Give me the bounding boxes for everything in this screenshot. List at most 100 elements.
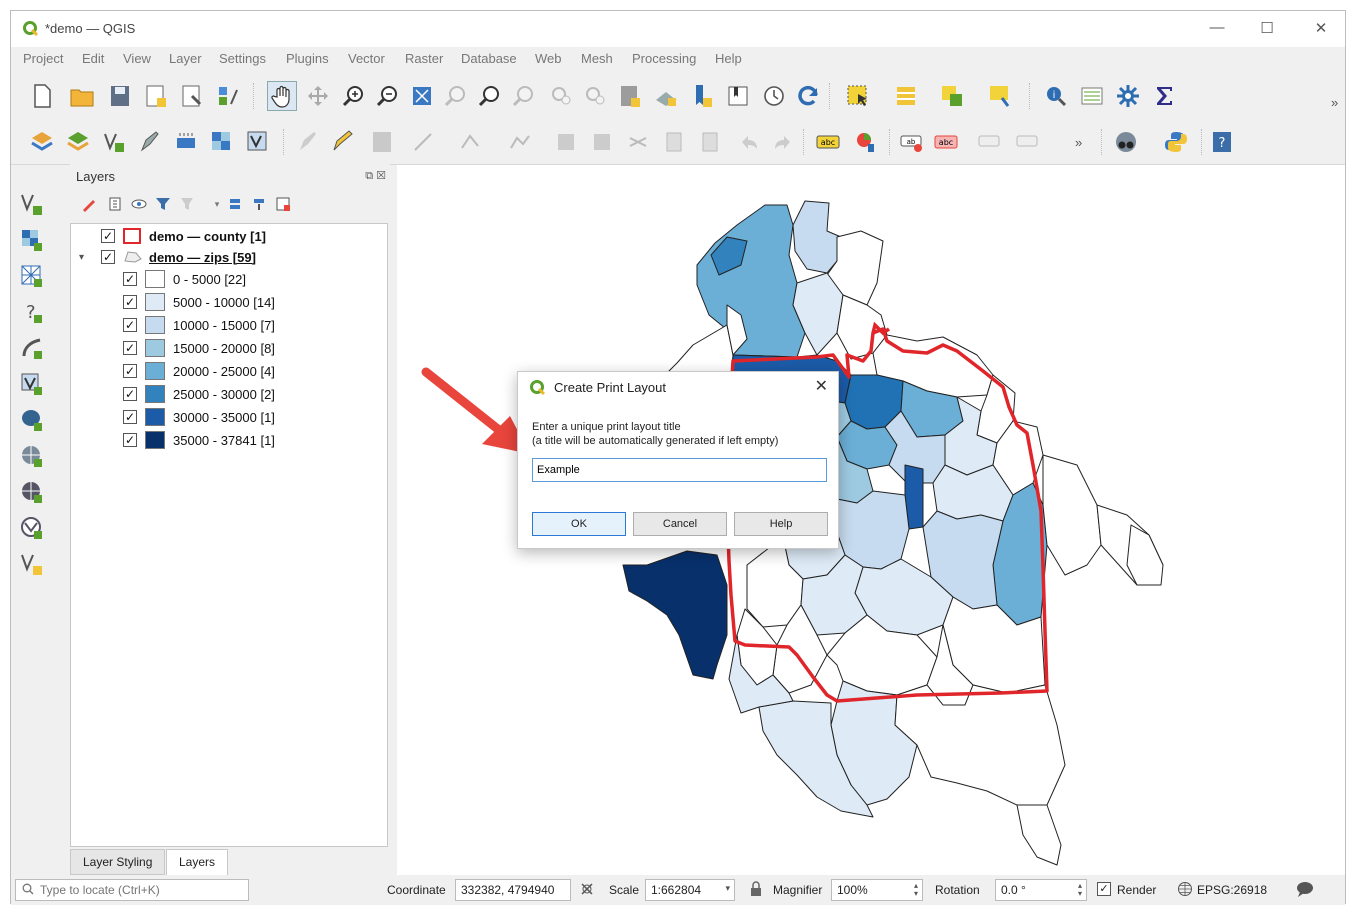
add-wms-icon[interactable] [17, 441, 47, 471]
close-panel-button[interactable]: ☒ [376, 170, 386, 182]
add-spatialite-icon[interactable] [17, 333, 47, 363]
add-virtual-layer-icon[interactable] [243, 127, 273, 157]
new-project-icon[interactable] [27, 81, 57, 111]
toolbar-overflow-chevron[interactable]: » [1331, 95, 1338, 110]
open-project-icon[interactable] [67, 81, 97, 111]
layer-row-zips[interactable]: ▾ ✓ demo — zips [59] [79, 246, 256, 268]
data-source-manager-icon[interactable] [27, 127, 57, 157]
layer-visibility-checkbox[interactable]: ✓ [101, 250, 115, 264]
settings-gear-icon[interactable] [1113, 81, 1143, 111]
crs-label[interactable]: EPSG:26918 [1197, 883, 1267, 897]
class-checkbox[interactable]: ✓ [123, 318, 137, 332]
add-layer-icon[interactable] [63, 127, 93, 157]
add-mesh-layer-icon[interactable] [17, 261, 47, 291]
paste-features-icon[interactable] [659, 127, 689, 157]
save-edits-icon[interactable] [367, 127, 397, 157]
layer-visibility-checkbox[interactable]: ✓ [101, 229, 115, 243]
magnifier-spinbox[interactable]: 100% ▴ ▾ [831, 879, 923, 901]
crs-globe-icon[interactable] [1177, 881, 1193, 900]
legend-class-row[interactable]: ✓ 35000 - 37841 [1] [123, 429, 275, 451]
menu-vector[interactable]: Vector [348, 51, 385, 66]
zoom-to-selection-icon[interactable] [441, 81, 471, 111]
layout-title-input[interactable] [532, 458, 827, 482]
help-contents-icon[interactable]: ? [1207, 127, 1237, 157]
copy-features-icon[interactable] [623, 127, 653, 157]
new-shapefile-icon[interactable] [99, 127, 129, 157]
zoom-out-icon[interactable] [373, 81, 403, 111]
gps-icon[interactable] [171, 127, 201, 157]
layer-row-county[interactable]: ✓ demo — county [1] [101, 225, 266, 247]
toggle-editing-icon[interactable] [293, 127, 323, 157]
deselect-icon[interactable] [937, 81, 967, 111]
menu-web[interactable]: Web [535, 51, 562, 66]
filter-by-expression-icon[interactable] [176, 193, 198, 215]
menu-raster[interactable]: Raster [405, 51, 443, 66]
pan-to-selection-icon[interactable] [303, 81, 333, 111]
style-manager-icon[interactable] [213, 81, 243, 111]
class-checkbox[interactable]: ✓ [123, 341, 137, 355]
toggle-extents-icon[interactable] [579, 881, 595, 900]
menu-mesh[interactable]: Mesh [581, 51, 613, 66]
delete-selected-icon[interactable] [551, 127, 581, 157]
rotation-spinbox[interactable]: 0.0 ° ▴ ▾ [995, 879, 1087, 901]
vertex-tool-icon[interactable] [455, 127, 485, 157]
tab-layers[interactable]: Layers [166, 849, 229, 875]
style-layer-icon[interactable] [78, 193, 100, 215]
expand-chevron-icon[interactable]: ▾ [79, 252, 101, 263]
legend-class-row[interactable]: ✓ 30000 - 35000 [1] [123, 406, 275, 428]
modify-attributes-icon[interactable] [505, 127, 535, 157]
add-wcs-icon[interactable] [17, 513, 47, 543]
maximize-button[interactable]: ☐ [1257, 19, 1277, 37]
edit-pencil-icon[interactable] [327, 127, 357, 157]
statistics-sigma-icon[interactable] [1149, 81, 1179, 111]
menu-settings[interactable]: Settings [219, 51, 266, 66]
zoom-last-icon[interactable] [545, 81, 575, 111]
locator-input[interactable] [40, 883, 240, 897]
legend-class-row[interactable]: ✓ 5000 - 10000 [14] [123, 291, 275, 313]
menu-layer[interactable]: Layer [169, 51, 202, 66]
scale-combobox[interactable]: 1:662804 ▾ [645, 879, 735, 901]
measure-icon[interactable] [1077, 81, 1107, 111]
messages-icon[interactable] [1295, 880, 1315, 901]
refresh-icon[interactable] [793, 81, 823, 111]
metasearch-icon[interactable] [1111, 127, 1141, 157]
help-button[interactable]: Help [734, 512, 828, 536]
add-postgis-icon[interactable] [17, 405, 47, 435]
save-project-icon[interactable] [105, 81, 135, 111]
add-feature-icon[interactable] [409, 127, 439, 157]
temporal-controller-icon[interactable] [759, 81, 789, 111]
coordinate-field[interactable]: 332382, 4794940 [455, 879, 571, 901]
new-3d-map-icon[interactable] [651, 81, 681, 111]
identify-icon[interactable]: i [1041, 81, 1071, 111]
highlight-labels-icon[interactable]: abc [931, 127, 961, 157]
menu-processing[interactable]: Processing [632, 51, 696, 66]
legend-class-row[interactable]: ✓ 10000 - 15000 [7] [123, 314, 275, 336]
show-hide-labels-icon[interactable] [975, 127, 1005, 157]
menu-edit[interactable]: Edit [82, 51, 104, 66]
lock-scale-icon[interactable] [749, 881, 763, 900]
add-wfs-icon[interactable] [17, 477, 47, 507]
menu-help[interactable]: Help [715, 51, 742, 66]
python-console-icon[interactable] [1161, 127, 1191, 157]
label-abc-icon[interactable]: abc [813, 127, 843, 157]
class-checkbox[interactable]: ✓ [123, 387, 137, 401]
legend-class-row[interactable]: ✓ 0 - 5000 [22] [123, 268, 246, 290]
cancel-button[interactable]: Cancel [633, 512, 727, 536]
zoom-native-icon[interactable] [509, 81, 539, 111]
legend-class-row[interactable]: ✓ 25000 - 30000 [2] [123, 383, 275, 405]
new-map-view-icon[interactable] [615, 81, 645, 111]
select-features-icon[interactable] [843, 81, 873, 111]
render-checkbox[interactable]: ✓ [1097, 882, 1111, 896]
add-virtual-layer-left-icon[interactable] [17, 369, 47, 399]
legend-class-row[interactable]: ✓ 15000 - 20000 [8] [123, 337, 275, 359]
new-bookmark-icon[interactable] [687, 81, 717, 111]
menu-database[interactable]: Database [461, 51, 517, 66]
zoom-to-layer-icon[interactable] [475, 81, 505, 111]
manage-visibility-icon[interactable] [128, 193, 150, 215]
layout-manager-icon[interactable] [177, 81, 207, 111]
attribute-table-icon[interactable] [891, 81, 921, 111]
add-delimited-text-icon[interactable]: ? [17, 297, 47, 327]
collapse-all-icon[interactable] [248, 193, 270, 215]
menu-project[interactable]: Project [23, 51, 63, 66]
undo-arrow-icon[interactable] [733, 127, 763, 157]
